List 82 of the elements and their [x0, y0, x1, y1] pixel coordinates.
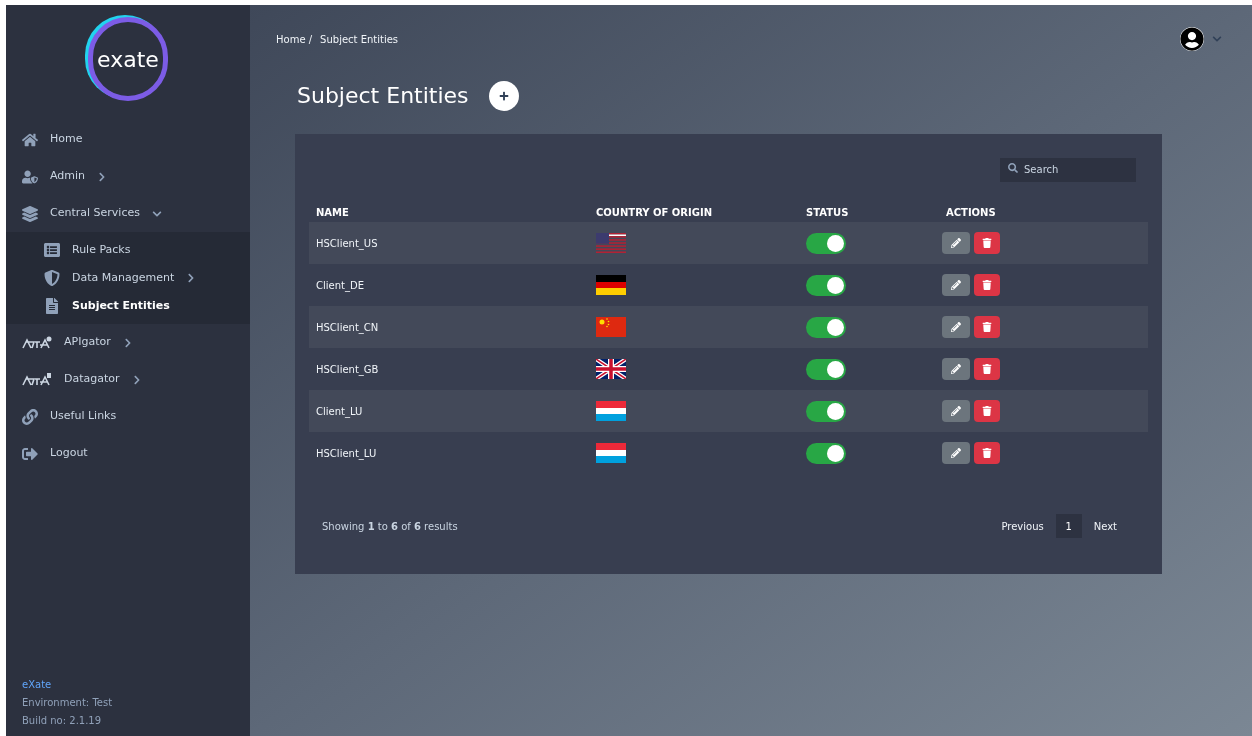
name-cell-text: HSClient_US [316, 236, 379, 251]
flag-icon [596, 443, 626, 463]
sidebar-item[interactable]: Subject Entities [6, 292, 250, 320]
name-cell-text: Client_DE [316, 278, 365, 293]
pencil-icon [951, 364, 961, 374]
name-cell-text: HSClient_LU [316, 446, 378, 461]
status-toggle[interactable] [806, 232, 846, 254]
home-icon [22, 131, 38, 148]
previous-button[interactable]: Previous [997, 518, 1048, 534]
sidebar-item[interactable]: Central Services [6, 195, 250, 232]
status-toggle[interactable] [806, 442, 846, 464]
link-icon [22, 408, 38, 425]
delete-button[interactable] [974, 358, 1000, 380]
edit-button[interactable] [942, 400, 970, 422]
flag-icon [596, 275, 626, 295]
pencil-icon [951, 406, 961, 416]
breadcrumb-current: Subject Entities [320, 32, 399, 47]
add-button[interactable] [488, 80, 519, 111]
column-header: ACTIONS [946, 205, 997, 220]
plus-icon [498, 90, 509, 101]
gator-icon [22, 335, 52, 350]
sidebar-item[interactable]: Home [6, 121, 250, 158]
user-shield-icon [22, 168, 38, 185]
status-toggle[interactable] [806, 400, 846, 422]
edit-button[interactable] [942, 442, 970, 464]
flag-icon [596, 233, 626, 253]
trash-icon [982, 448, 992, 458]
page-title: Subject Entities [297, 82, 469, 110]
trash-icon [982, 364, 992, 374]
environment-text: Environment: Test [22, 696, 114, 710]
column-header: COUNTRY OF ORIGIN [596, 205, 714, 220]
logo: exate [88, 17, 168, 101]
name-cell-text: Client_LU [316, 404, 364, 419]
pencil-icon [951, 280, 961, 290]
edit-button[interactable] [942, 274, 970, 296]
trash-icon [982, 238, 992, 248]
document-icon [44, 298, 60, 314]
trash-icon [982, 322, 992, 332]
delete-button[interactable] [974, 274, 1000, 296]
page-button[interactable]: 1 [1055, 514, 1082, 538]
edit-button[interactable] [942, 232, 970, 254]
sidebar-item[interactable]: Logout [6, 435, 250, 472]
results-summary: Showing 1 to 6 of 6 results [322, 519, 458, 534]
sidebar-item[interactable]: Useful Links [6, 398, 250, 435]
name-cell-text: HSClient_CN [316, 320, 380, 335]
flag-icon [596, 401, 626, 421]
avatar-icon[interactable] [1180, 27, 1204, 51]
status-toggle[interactable] [806, 316, 846, 338]
column-header: STATUS [806, 205, 850, 220]
delete-button[interactable] [974, 400, 1000, 422]
sidebar-item[interactable]: APIgator [6, 324, 250, 361]
flag-icon [596, 359, 626, 379]
delete-button[interactable] [974, 316, 1000, 338]
trash-icon [982, 406, 992, 416]
brand-link[interactable]: eXate [22, 677, 234, 692]
sidebar-item[interactable]: Datagator [6, 361, 250, 398]
search-icon [1008, 163, 1018, 173]
logout-icon [22, 445, 38, 462]
status-toggle[interactable] [806, 274, 846, 296]
shield-icon [44, 270, 60, 286]
sidebar-item[interactable]: Admin [6, 158, 250, 195]
pencil-icon [951, 238, 961, 248]
search-field[interactable]: Search [1000, 157, 1136, 182]
pencil-icon [951, 448, 961, 458]
next-button[interactable]: Next [1089, 518, 1121, 534]
breadcrumb-link[interactable]: Home / [276, 31, 313, 47]
layers-icon [22, 205, 38, 222]
delete-button[interactable] [974, 232, 1000, 254]
list-icon [44, 242, 60, 258]
edit-button[interactable] [942, 316, 970, 338]
pencil-icon [951, 322, 961, 332]
edit-button[interactable] [942, 358, 970, 380]
build-text: Build no: 2.1.19 [22, 714, 103, 728]
delete-button[interactable] [974, 442, 1000, 464]
status-toggle[interactable] [806, 358, 846, 380]
flag-icon [596, 317, 626, 337]
column-header: NAME [316, 205, 350, 220]
name-cell-text: HSClient_GB [316, 362, 380, 377]
trash-icon [982, 280, 992, 290]
sidebar-item[interactable]: Data Management [6, 264, 250, 292]
sidebar-item[interactable]: Rule Packs [6, 236, 250, 264]
gator-icon [22, 372, 52, 387]
